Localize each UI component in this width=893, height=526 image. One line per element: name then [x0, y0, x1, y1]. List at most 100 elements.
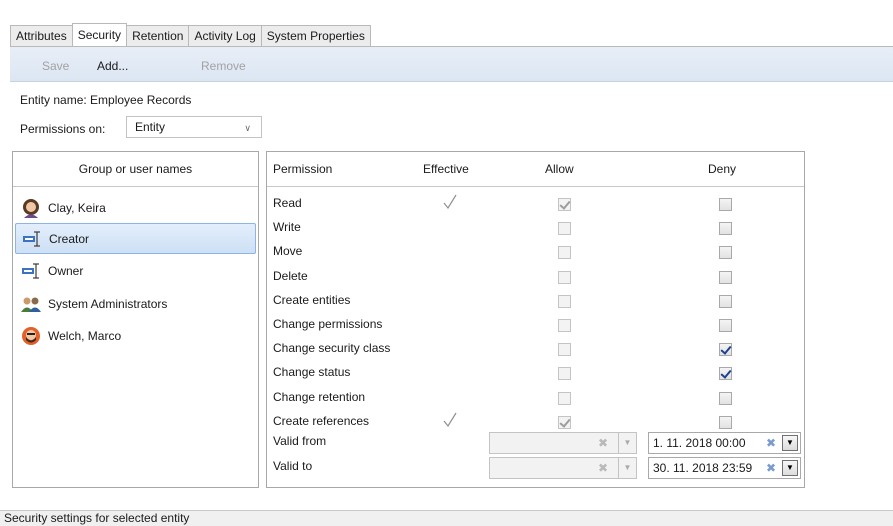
permission-row: Delete [267, 266, 804, 290]
tab-bar: Attributes Security Retention Activity L… [0, 0, 893, 46]
allow-checkbox[interactable] [558, 391, 571, 405]
user-item-clay-keira[interactable]: Clay, Keira [15, 192, 256, 223]
role-icon [22, 262, 39, 279]
allow-checkbox[interactable] [558, 319, 571, 332]
deny-valid-from-field[interactable]: 1. 11. 2018 00:00 ✖ ▼ [648, 432, 801, 454]
header-permission: Permission [273, 162, 333, 176]
permissions-on-label: Permissions on: [20, 122, 106, 136]
chevron-down-icon[interactable]: ▼ [782, 435, 798, 451]
allow-checkbox[interactable] [558, 246, 571, 260]
tab-security[interactable]: Security [71, 23, 128, 46]
permission-row: Change status [267, 362, 804, 386]
deny-checkbox[interactable] [719, 391, 732, 405]
entity-name: Entity name: Employee Records [20, 93, 191, 107]
entity-name-value: Employee Records [90, 93, 192, 107]
deny-valid-from-value: 1. 11. 2018 00:00 [653, 436, 746, 450]
header-effective: Effective [423, 162, 469, 176]
deny-checkbox[interactable] [719, 198, 732, 211]
deny-valid-to-value: 30. 11. 2018 23:59 [653, 461, 753, 475]
permissions-header: Permission Effective Allow Deny [267, 152, 804, 187]
permission-row: Read [267, 193, 804, 217]
clear-icon[interactable]: ✖ [766, 461, 776, 475]
allow-valid-to-field[interactable]: ✖ ▼ [489, 457, 637, 479]
permission-label: Write [273, 220, 301, 235]
clear-icon[interactable]: ✖ [598, 436, 608, 450]
allow-checkbox[interactable] [558, 343, 571, 357]
permission-label: Change status [273, 365, 351, 380]
user-male-icon [22, 326, 40, 345]
deny-checkbox[interactable] [719, 415, 732, 429]
user-list-header: Group or user names [13, 152, 258, 187]
permission-label: Delete [273, 268, 308, 283]
allow-checkbox[interactable] [558, 367, 571, 381]
valid-from-row: Valid from ✖ ▼ 1. 11. 2018 00:00 ✖ ▼ [267, 431, 804, 455]
effective-check-icon [443, 194, 457, 210]
header-deny: Deny [708, 162, 737, 176]
tab-system-properties[interactable]: System Properties [260, 25, 371, 46]
permissions-on-value: Entity [135, 120, 166, 134]
deny-checkbox[interactable] [719, 222, 732, 236]
clear-icon[interactable]: ✖ [766, 436, 776, 450]
user-name: Creator [49, 231, 90, 246]
permission-label: Create entities [273, 292, 351, 307]
tabs: Attributes Security Retention Activity L… [10, 23, 371, 46]
valid-to-label: Valid to [273, 459, 313, 473]
remove-button[interactable]: Remove [201, 59, 246, 73]
tab-retention[interactable]: Retention [127, 25, 189, 46]
permission-label: Change retention [273, 389, 366, 404]
permission-label: Read [273, 196, 302, 210]
deny-checkbox[interactable] [719, 319, 732, 332]
chevron-down-icon[interactable]: ▼ [618, 458, 636, 478]
save-button[interactable]: Save [42, 59, 69, 73]
permission-label: Create references [273, 413, 370, 428]
add-button[interactable]: Add... [97, 59, 128, 73]
effective-check-icon [443, 412, 457, 427]
user-name: System Administrators [48, 296, 168, 311]
allow-checkbox[interactable] [558, 294, 571, 308]
permission-row: Write [267, 217, 804, 241]
header-allow: Allow [545, 162, 574, 176]
deny-checkbox[interactable] [719, 270, 732, 284]
valid-from-label: Valid from [273, 434, 327, 448]
permissions-table: Permission Effective Allow Deny Read Writ… [266, 151, 805, 488]
deny-valid-to-field[interactable]: 30. 11. 2018 23:59 ✖ ▼ [648, 457, 801, 479]
deny-checkbox[interactable] [719, 367, 732, 381]
permission-label: Change security class [273, 341, 391, 356]
allow-checkbox[interactable] [558, 415, 571, 429]
user-female-icon [23, 198, 39, 218]
allow-valid-from-field[interactable]: ✖ ▼ [489, 432, 637, 454]
deny-checkbox[interactable] [719, 343, 732, 357]
permission-row: Change security class [267, 338, 804, 362]
user-list: Group or user names Clay, Keira Creator … [12, 151, 259, 488]
permission-row: Change retention [267, 387, 804, 411]
deny-checkbox[interactable] [719, 246, 732, 260]
permissions-on-select[interactable]: Entity ∨ [126, 116, 262, 138]
status-bar: Security settings for selected entity [0, 510, 893, 526]
allow-checkbox[interactable] [558, 198, 571, 211]
chevron-down-icon: ∨ [244, 123, 251, 133]
user-name: Owner [48, 263, 84, 278]
permission-row: Create entities [267, 290, 804, 314]
allow-checkbox[interactable] [558, 222, 571, 236]
user-name: Clay, Keira [48, 200, 106, 215]
deny-checkbox[interactable] [719, 294, 732, 308]
permission-label: Move [273, 244, 303, 259]
user-item-welch-marco[interactable]: Welch, Marco [15, 320, 256, 351]
user-item-owner[interactable]: Owner [15, 255, 256, 286]
valid-to-row: Valid to ✖ ▼ 30. 11. 2018 23:59 ✖ ▼ [267, 456, 804, 480]
chevron-down-icon[interactable]: ▼ [618, 433, 636, 453]
role-icon [23, 230, 40, 247]
user-item-creator[interactable]: Creator [15, 223, 256, 254]
entity-name-label: Entity name: [20, 93, 87, 107]
toolbar: Save Add... Remove [10, 46, 893, 82]
allow-checkbox[interactable] [558, 270, 571, 284]
clear-icon[interactable]: ✖ [598, 461, 608, 475]
permission-label: Change permissions [273, 317, 383, 331]
tab-activity-log[interactable]: Activity Log [188, 25, 261, 46]
permission-row: Move [267, 241, 804, 265]
user-item-system-administrators[interactable]: System Administrators [15, 288, 256, 319]
chevron-down-icon[interactable]: ▼ [782, 460, 798, 476]
group-icon [21, 297, 41, 312]
permission-row: Change permissions [267, 314, 804, 338]
tab-attributes[interactable]: Attributes [10, 25, 72, 46]
